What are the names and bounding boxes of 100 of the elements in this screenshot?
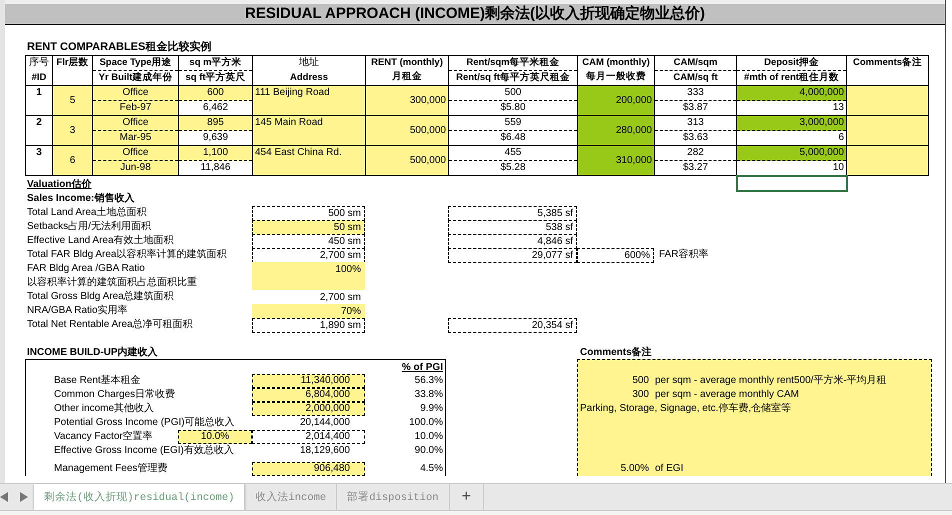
table-cell: Feb-97 — [92, 100, 178, 116]
row-label: Total FAR Bldg Area以容积率计算的建筑面积 — [27, 248, 228, 262]
row-label: Total Gross Bldg Area总建筑面积 — [27, 290, 175, 304]
table-cell: Office — [92, 116, 178, 130]
table-cell: 500 — [448, 86, 578, 100]
sheet-tab[interactable]: 剩余法(收入折现)residual(income) — [34, 484, 246, 510]
table-cell: 6,804,000 — [252, 388, 365, 402]
table-cell: 455 — [448, 146, 578, 160]
header-cell: sq m平方米 — [178, 56, 252, 70]
header-cell: Rent/sqm每平米租金 — [448, 56, 578, 70]
row-label: Effective Gross Income (EGI)有效总收入 — [54, 444, 235, 458]
section-heading: INCOME BUILD-UP内建收入 — [26, 346, 159, 359]
table-cell-text: 4.5% — [419, 462, 444, 476]
table-cell: 280,000 — [578, 116, 654, 146]
section-heading: Comments备注 — [579, 346, 653, 359]
header-cell: 序号 — [26, 56, 52, 70]
table-cell-text: 90.0% — [414, 444, 444, 458]
table-cell: 100% — [252, 262, 365, 277]
row-label: Setbacks占用/无法利用面积 — [27, 220, 152, 234]
table-cell-text: 18,129,600 — [298, 444, 351, 458]
table-cell: 2,000,000 — [252, 402, 365, 416]
table-cell: 6 — [52, 146, 92, 176]
table-cell: 538 sf — [448, 220, 577, 235]
table-cell: Office — [92, 86, 178, 100]
table-cell: Office — [92, 146, 178, 160]
header-cell: RENT (monthly)月租金 — [366, 56, 448, 86]
table-cell: 70% — [252, 304, 365, 319]
table-cell: 454 East China Rd. — [252, 146, 366, 176]
row-label: Base Rent基本租金 — [54, 374, 142, 388]
table-cell: 500,000 — [366, 146, 448, 176]
section-subheading: Sales Income:销售收入 — [27, 192, 134, 206]
selected-cell[interactable] — [736, 175, 848, 192]
table-cell: $3.87 — [654, 100, 736, 116]
table-cell-text: 2,700 sm — [318, 291, 362, 305]
table-cell: 450 sm — [252, 234, 365, 249]
header-cell: CAM/sqm — [654, 56, 736, 70]
comment-amount: 5.00% — [620, 462, 650, 476]
section-heading: Valuation估价 — [27, 178, 92, 192]
table-cell: 111 Beijing Road — [252, 86, 366, 116]
table-cell: 4,846 sf — [448, 234, 577, 249]
comment-text: per sqm - average monthly CAM — [655, 388, 800, 402]
table-cell: 5 — [52, 86, 92, 116]
section-heading: RENT COMPARABLES租金比较实例 — [27, 41, 212, 54]
table-cell: 1,100 — [178, 146, 252, 160]
table-cell: 906,480 — [252, 462, 365, 476]
header-cell: 地址 — [252, 56, 366, 70]
table-cell: 600 — [178, 86, 252, 100]
input-cell[interactable]: 10.0% — [178, 430, 252, 444]
table-cell: 300,000 — [366, 86, 448, 116]
row-label: NRA/GBA Ratio实用率 — [27, 304, 129, 318]
table-cell: 2,014,400 — [252, 430, 365, 444]
row-label: Total Land Area土地总面积 — [27, 206, 148, 220]
row-label: Vacancy Factor空置率 — [54, 430, 154, 444]
row-label: FAR Bldg Area /GBA Ratio — [27, 262, 146, 276]
header-cell: CAM/sq ft — [654, 70, 736, 86]
table-cell: 11,340,000 — [252, 374, 365, 388]
next-sheet-icon[interactable] — [20, 492, 28, 502]
row-label: Total Net Rentable Area总净可租面积 — [27, 318, 194, 332]
comment-text: Parking, Storage, Signage, etc.停车费,仓储室等 — [579, 402, 792, 416]
comment-amount: 300 — [631, 388, 650, 402]
table-cell-text: 10.0% — [414, 430, 444, 444]
header-cell: #ID — [26, 70, 52, 86]
row-label: Potential Gross Income (PGI)可能总收入 — [54, 416, 236, 430]
table-cell: 559 — [448, 116, 578, 130]
table-cell: Mar-95 — [92, 130, 178, 146]
table-cell-text: 33.8% — [414, 388, 444, 402]
comment-amount: 500 — [631, 374, 650, 388]
table-cell: $3.27 — [654, 160, 736, 176]
table-cell: 895 — [178, 116, 252, 130]
table-cell: 50 sm — [252, 220, 365, 235]
sheet-title: RESIDUAL APPROACH (INCOME)剩余法(以收入折现确定物业总价) — [5, 4, 945, 25]
table-cell: 11,846 — [178, 160, 252, 176]
header-cell: Deposit押金 — [736, 56, 846, 70]
row-label: Common Charges日常收费 — [54, 388, 176, 402]
comment-text: of EGI — [655, 462, 684, 476]
table-cell: $6.48 — [448, 130, 578, 146]
table-cell: $5.80 — [448, 100, 578, 116]
table-cell: 4,000,000 — [736, 86, 846, 100]
table-cell: Jun-98 — [92, 160, 178, 176]
table-cell: 5,000,000 — [736, 146, 846, 160]
table-cell-text: 20,144,000 — [298, 416, 351, 430]
header-cell: Comments备注 — [846, 56, 928, 86]
table-cell-text: 100.0% — [408, 416, 444, 430]
table-cell: 20,354 sf — [448, 318, 577, 333]
table-cell: $3.63 — [654, 130, 736, 146]
table-cell: 145 Main Road — [252, 116, 366, 146]
table-cell: 29,077 sf — [448, 248, 577, 263]
row-label: FAR容积率 — [658, 248, 710, 262]
row-label: Management Fees管理费 — [54, 462, 168, 476]
row-label: Effective Land Area有效土地面积 — [27, 234, 175, 248]
comment-text: per sqm - average monthly rent500/平方米-平均月租 — [655, 374, 888, 388]
table-cell: $5.28 — [448, 160, 578, 176]
header-cell: CAM (monthly)每月一般收费 — [578, 56, 654, 86]
row-label: Other income其他收入 — [54, 402, 156, 416]
header-cell: Space Type用途 — [92, 56, 178, 70]
table-cell-text: 9.9% — [419, 402, 444, 416]
previous-sheet-icon[interactable] — [0, 492, 8, 502]
table-cell: 600% — [577, 248, 654, 263]
table-cell: 1,890 sm — [252, 318, 365, 333]
row-label: 以容积率计算的建筑面积占总面积比重 — [27, 276, 198, 290]
